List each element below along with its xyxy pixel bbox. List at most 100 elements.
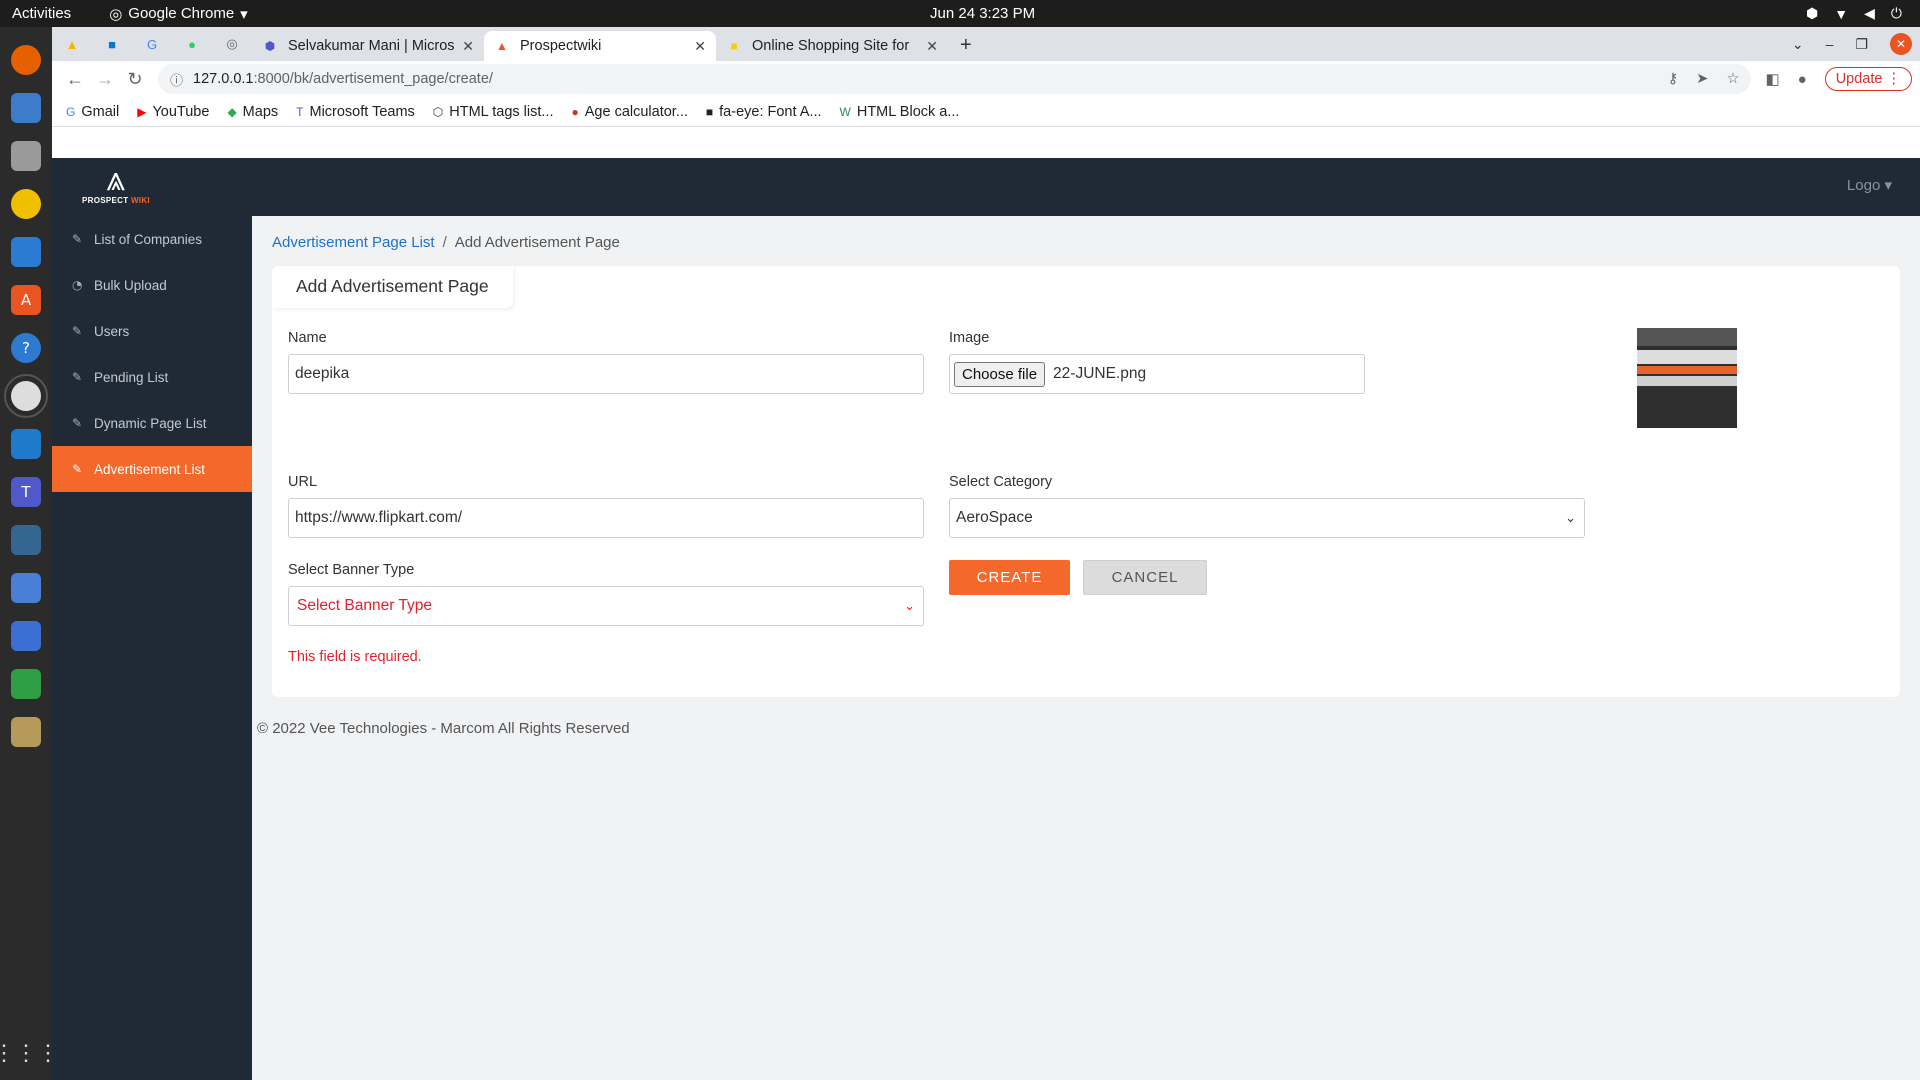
category-select[interactable]: AeroSpace ⌄ bbox=[949, 498, 1585, 538]
user-menu[interactable]: Logo ▾ bbox=[1847, 176, 1892, 194]
screenshot-icon[interactable] bbox=[11, 573, 41, 603]
close-tab-icon[interactable]: ✕ bbox=[694, 38, 706, 55]
bookmark-html-tags[interactable]: ⬡ HTML tags list... bbox=[433, 104, 554, 120]
sidebar-item-list-of-companies[interactable]: ✎ List of Companies bbox=[52, 216, 252, 262]
bookmark-youtube[interactable]: ▶ YouTube bbox=[137, 104, 209, 120]
close-window-button[interactable]: ✕ bbox=[1890, 33, 1912, 55]
create-button[interactable]: CREATE bbox=[949, 560, 1070, 595]
firefox-icon[interactable] bbox=[11, 45, 41, 75]
bookmark-gmail[interactable]: G Gmail bbox=[66, 104, 119, 120]
update-button[interactable]: Update ⋮ bbox=[1824, 67, 1912, 91]
tab-strip: ▲ ■ G ● ◎ ⬢ Selvakumar Mani | Micros ✕ ▲… bbox=[52, 27, 1920, 61]
tab-search-icon[interactable]: ⌄ bbox=[1792, 36, 1804, 53]
choose-file-button[interactable]: Choose file bbox=[954, 361, 1046, 387]
whatsapp-icon: ● bbox=[188, 36, 196, 52]
url-input[interactable]: https://www.flipkart.com/ bbox=[288, 498, 924, 538]
dock: A ? T ⋮⋮⋮ bbox=[0, 27, 59, 1080]
chrome-dock-icon[interactable] bbox=[4, 374, 48, 418]
side-panel-icon[interactable]: ◧ bbox=[1765, 70, 1779, 88]
software-icon[interactable]: A bbox=[11, 285, 41, 315]
update-label: Update bbox=[1835, 71, 1883, 87]
brand-logo[interactable]: ⩓ PROSPECT WIKI bbox=[82, 162, 150, 205]
calc-icon[interactable] bbox=[11, 669, 41, 699]
google-icon: G bbox=[146, 36, 158, 52]
sidebar-item-pending-list[interactable]: ✎ Pending List bbox=[52, 354, 252, 400]
sidebar-item-advertisement-list[interactable]: ✎ Advertisement List bbox=[52, 446, 252, 492]
chevron-down-icon: ▾ bbox=[240, 5, 248, 23]
chevron-down-icon: ⌄ bbox=[904, 598, 915, 614]
form-title: Add Advertisement Page bbox=[272, 266, 513, 308]
archive-icon[interactable] bbox=[11, 717, 41, 747]
teams-favicon: ⬢ bbox=[264, 39, 276, 53]
sidebar-item-dynamic-page-list[interactable]: ✎ Dynamic Page List bbox=[52, 400, 252, 446]
forward-button[interactable]: → bbox=[90, 69, 120, 90]
maximize-button[interactable]: ❐ bbox=[1855, 36, 1868, 53]
breadcrumb-link-advertisement-page-list[interactable]: Advertisement Page List bbox=[272, 234, 435, 251]
bookmark-label: Microsoft Teams bbox=[309, 103, 415, 120]
thunderbird-icon[interactable] bbox=[11, 93, 41, 123]
sidebar-item-label: Advertisement List bbox=[94, 461, 206, 477]
sidebar-item-label: List of Companies bbox=[94, 231, 203, 247]
pinned-tab-outlook[interactable]: ■ bbox=[92, 27, 132, 61]
brand-name: PROSPECT WIKI bbox=[82, 196, 150, 205]
file-name: 22-JUNE.png bbox=[1053, 365, 1147, 382]
url-label: URL bbox=[288, 474, 318, 490]
name-input[interactable]: deepika bbox=[288, 354, 924, 394]
tab-teams[interactable]: ⬢ Selvakumar Mani | Micros ✕ bbox=[252, 31, 484, 61]
bookmark-teams[interactable]: T Microsoft Teams bbox=[296, 104, 415, 120]
browser-toolbar: ← → ↻ ⓘ 127.0.0.1:8000/bk/advertisement_… bbox=[52, 61, 1920, 97]
app-menu[interactable]: ◎ Google Chrome ▾ bbox=[109, 5, 248, 23]
cancel-button[interactable]: CANCEL bbox=[1083, 560, 1207, 595]
w-icon: W bbox=[839, 104, 851, 119]
tab-prospectwiki[interactable]: ▲ Prospectwiki ✕ bbox=[484, 31, 716, 61]
sidebar-item-bulk-upload[interactable]: ◔ Bulk Upload bbox=[52, 262, 252, 308]
profile-avatar-icon[interactable]: ● bbox=[1798, 71, 1807, 88]
site-info-icon[interactable]: ⓘ bbox=[170, 70, 183, 89]
banner-type-error: This field is required. bbox=[288, 649, 422, 665]
pinned-tab-drive[interactable]: ▲ bbox=[52, 27, 92, 61]
show-apps-icon[interactable]: ⋮⋮⋮ bbox=[0, 1040, 59, 1066]
image-file-input[interactable]: Choose file 22-JUNE.png bbox=[949, 354, 1365, 394]
system-top-bar: Activities ◎ Google Chrome ▾ Jun 24 3:23… bbox=[0, 0, 1920, 27]
clock[interactable]: Jun 24 3:23 PM bbox=[930, 5, 1035, 22]
sidebar-item-users[interactable]: ✎ Users bbox=[52, 308, 252, 354]
text-editor-icon[interactable] bbox=[11, 621, 41, 651]
close-tab-icon[interactable]: ✕ bbox=[926, 38, 938, 55]
close-tab-icon[interactable]: ✕ bbox=[462, 38, 474, 55]
system-tray[interactable]: ⬢ ▼ ◀ ⏻ bbox=[1806, 5, 1902, 22]
files-icon[interactable] bbox=[11, 141, 41, 171]
teams-icon[interactable]: T bbox=[11, 477, 41, 507]
flipkart-favicon: ■ bbox=[730, 39, 738, 53]
bookmark-html-block[interactable]: W HTML Block a... bbox=[840, 104, 960, 120]
new-tab-button[interactable]: + bbox=[960, 34, 972, 57]
reload-button[interactable]: ↻ bbox=[120, 69, 150, 90]
form-card: Add Advertisement Page Name deepika Imag… bbox=[272, 266, 1900, 697]
bookmark-age-calculator[interactable]: ● Age calculator... bbox=[571, 104, 687, 120]
help-icon[interactable]: ? bbox=[11, 333, 41, 363]
vscode-icon[interactable] bbox=[11, 429, 41, 459]
send-icon[interactable]: ➤ bbox=[1696, 71, 1708, 87]
bookmark-fa-eye[interactable]: ■ fa-eye: Font A... bbox=[706, 104, 822, 120]
brand-line2: WIKI bbox=[130, 196, 150, 205]
bookmark-maps[interactable]: ◆ Maps bbox=[227, 104, 278, 120]
bookmark-star-icon[interactable]: ☆ bbox=[1726, 71, 1739, 87]
minimize-button[interactable]: – bbox=[1826, 36, 1834, 52]
back-button[interactable]: ← bbox=[60, 69, 90, 90]
sidebar: ✎ List of Companies ◔ Bulk Upload ✎ Users ✎… bbox=[52, 216, 252, 1080]
category-selected-value: AeroSpace bbox=[956, 509, 1033, 526]
breadcrumb: Advertisement Page List / Add Advertisemen… bbox=[272, 234, 620, 251]
address-bar[interactable]: ⓘ 127.0.0.1:8000/bk/advertisement_page/c… bbox=[158, 64, 1752, 94]
rhythmbox-icon[interactable] bbox=[11, 189, 41, 219]
activities-button[interactable]: Activities bbox=[12, 5, 71, 22]
bookmark-label: Age calculator... bbox=[584, 103, 688, 120]
pgadmin-icon[interactable] bbox=[11, 525, 41, 555]
html-icon: ⬡ bbox=[432, 104, 444, 119]
pinned-tab-google[interactable]: G bbox=[132, 27, 172, 61]
banner-type-select[interactable]: Select Banner Type ⌄ bbox=[288, 586, 924, 626]
pinned-tab-globe[interactable]: ◎ bbox=[212, 27, 252, 61]
key-icon[interactable]: ⚷ bbox=[1668, 71, 1679, 87]
writer-icon[interactable] bbox=[11, 237, 41, 267]
tab-flipkart[interactable]: ■ Online Shopping Site for ✕ bbox=[716, 31, 948, 61]
edit-icon: ✎ bbox=[72, 232, 83, 246]
pinned-tab-whatsapp[interactable]: ● bbox=[172, 27, 212, 61]
